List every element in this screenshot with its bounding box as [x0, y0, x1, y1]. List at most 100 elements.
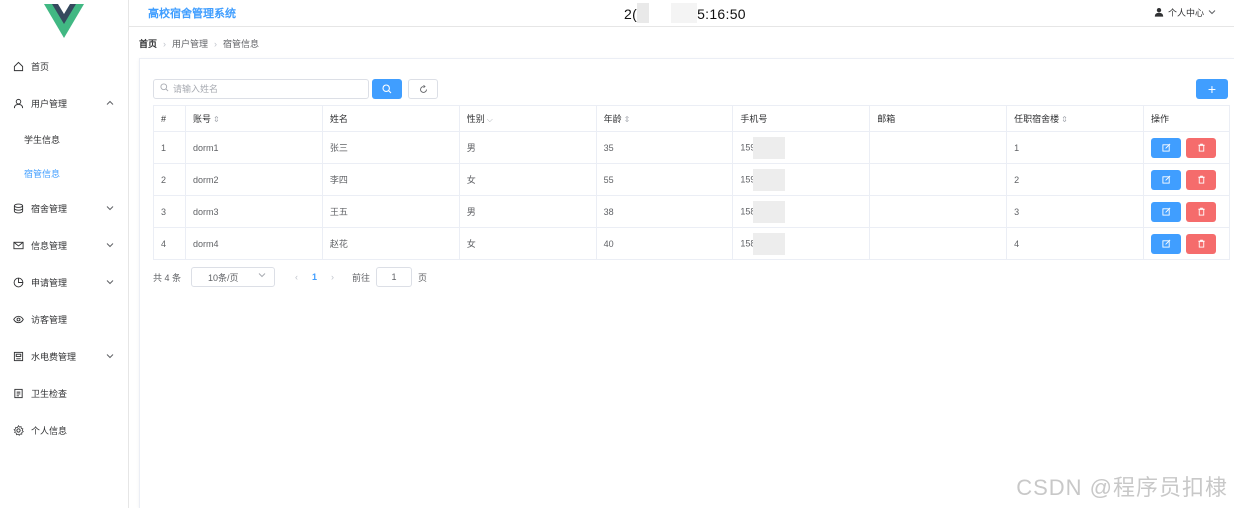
next-page-button[interactable]: › [331, 272, 334, 282]
mail-icon [11, 240, 25, 251]
sidebar-item-label: 水电费管理 [31, 352, 77, 362]
cell-email [869, 195, 1008, 228]
goto-label: 前往 [352, 272, 371, 283]
cell-email [869, 131, 1008, 164]
column-header-age[interactable]: 年龄 ⇕ [596, 105, 734, 132]
sidebar-item-label: 宿舍管理 [31, 204, 68, 214]
sort-icon[interactable]: ⇕ [1061, 115, 1068, 124]
vue-logo-icon [44, 4, 84, 38]
sidebar-item-home[interactable]: 首页 [0, 48, 128, 85]
sort-icon[interactable]: ⇕ [624, 115, 631, 124]
sidebar-subitem-dorm-manager-info[interactable]: 宿管信息 [0, 156, 128, 190]
sidebar-item-visitor-management[interactable]: 访客管理 [0, 301, 128, 338]
chevron-down-icon [106, 278, 114, 288]
refresh-icon [419, 84, 427, 93]
edit-button[interactable] [1151, 169, 1182, 190]
cell-gender: 女 [459, 163, 597, 196]
cell-phone: 158 [732, 227, 871, 260]
meter-icon [11, 351, 25, 362]
column-header-building[interactable]: 任职宿舍楼 ⇕ [1006, 105, 1145, 132]
pagination-total: 共 4 条 [153, 272, 182, 283]
database-icon [11, 203, 25, 214]
column-header-gender[interactable]: 性别 ⌵ [459, 105, 597, 132]
pie-chart-icon [11, 277, 25, 288]
search-input[interactable] [173, 84, 353, 94]
search-icon [382, 84, 392, 94]
page-unit-label: 页 [418, 272, 428, 283]
redaction-mask [637, 3, 650, 23]
add-button[interactable]: + [1196, 79, 1228, 99]
page-number-current[interactable]: 1 [312, 272, 317, 282]
cell-age: 55 [596, 163, 734, 196]
table-row: 3 dorm3 王五 男 38 158 3 [153, 195, 1230, 228]
sidebar-item-dorm-management[interactable]: 宿舍管理 [0, 190, 128, 227]
chevron-down-icon [258, 271, 266, 281]
search-box [153, 79, 369, 99]
table-row: 4 dorm4 赵花 女 40 158 4 [153, 227, 1230, 260]
sidebar-item-utility-fee-management[interactable]: 水电费管理 [0, 338, 128, 375]
sidebar-item-label: 用户管理 [31, 99, 68, 109]
cell-index: 4 [153, 227, 186, 260]
redaction-mask [753, 232, 786, 255]
clock-suffix: 5:16:50 [697, 6, 746, 22]
sidebar-item-hygiene-check[interactable]: 卫生检查 [0, 375, 128, 412]
cell-building: 3 [1006, 195, 1145, 228]
chevron-down-icon [106, 352, 114, 362]
trash-icon [1197, 143, 1205, 152]
sidebar-item-info-management[interactable]: 信息管理 [0, 227, 128, 264]
column-header-label: 任职宿舍楼 [1014, 114, 1060, 124]
redaction-mask [753, 136, 786, 159]
delete-button[interactable] [1186, 233, 1217, 254]
breadcrumb-item-user-management[interactable]: 用户管理 [172, 37, 208, 50]
delete-button[interactable] [1186, 137, 1217, 158]
sidebar-item-application-management[interactable]: 申请管理 [0, 264, 128, 301]
sidebar-item-label: 个人信息 [31, 426, 68, 436]
edit-button[interactable] [1151, 233, 1182, 254]
prev-page-button[interactable]: ‹ [295, 272, 298, 282]
cell-name: 张三 [322, 131, 460, 164]
delete-button[interactable] [1186, 169, 1217, 190]
cell-building: 4 [1006, 227, 1145, 260]
search-button[interactable] [372, 79, 402, 99]
cell-name: 李四 [322, 163, 460, 196]
delete-button[interactable] [1186, 201, 1217, 222]
breadcrumb-separator-icon: › [214, 38, 218, 49]
redaction-mask [671, 3, 698, 23]
chevron-down-icon [106, 241, 114, 251]
cell-gender: 女 [459, 227, 597, 260]
column-header-email: 邮箱 [869, 105, 1008, 132]
user-menu-dropdown[interactable]: 个人中心 [1154, 6, 1216, 19]
column-header-actions: 操作 [1143, 105, 1230, 132]
top-header: 高校宿舍管理系统 2(5:16:50 个人中心 [129, 0, 1234, 27]
reset-button[interactable] [408, 79, 438, 99]
sidebar-item-user-management[interactable]: 用户管理 [0, 85, 128, 122]
edit-icon [1161, 239, 1170, 248]
plus-icon: + [1207, 81, 1217, 97]
filter-chevron-icon[interactable]: ⌵ [487, 115, 493, 124]
column-header-account[interactable]: 账号 ⇕ [185, 105, 323, 132]
chevron-down-icon [1208, 8, 1216, 18]
sidebar-item-label: 访客管理 [31, 315, 68, 325]
trash-icon [1197, 239, 1205, 248]
house-icon [11, 61, 25, 72]
edit-icon [1161, 143, 1170, 152]
edit-button[interactable] [1151, 137, 1182, 158]
page-size-select[interactable]: 10条/页 [191, 267, 276, 287]
sidebar-item-personal-info[interactable]: 个人信息 [0, 412, 128, 449]
cell-age: 35 [596, 131, 734, 164]
breadcrumb-item-current: 宿管信息 [223, 39, 260, 49]
sidebar-subitem-student-info[interactable]: 学生信息 [0, 122, 128, 156]
cell-email [869, 227, 1008, 260]
user-menu-label: 个人中心 [1167, 8, 1204, 18]
goto-page-input[interactable]: 1 [376, 267, 413, 287]
cell-account: dorm2 [185, 163, 323, 196]
sort-icon[interactable]: ⇕ [213, 115, 220, 124]
edit-button[interactable] [1151, 201, 1182, 222]
column-header-name: 姓名 [322, 105, 460, 132]
table-row: 1 dorm1 张三 男 35 159 1 [153, 131, 1230, 164]
cell-account: dorm1 [185, 131, 323, 164]
cell-index: 1 [153, 131, 186, 164]
cell-building: 1 [1006, 131, 1145, 164]
breadcrumb-item-home[interactable]: 首页 [139, 37, 157, 50]
edit-icon [1161, 207, 1170, 216]
